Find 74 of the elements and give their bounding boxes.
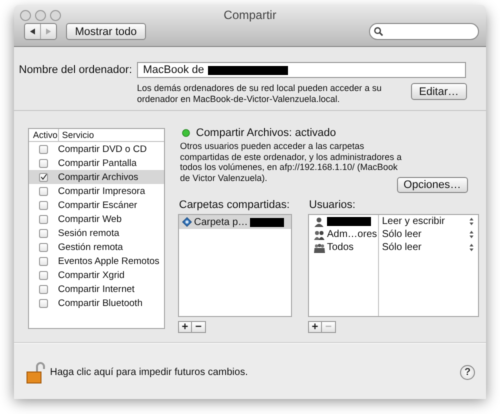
open-padlock-icon[interactable] xyxy=(26,362,46,384)
search-field[interactable] xyxy=(369,23,479,40)
user-name[interactable]: Todos xyxy=(327,242,354,253)
computer-name-field[interactable]: MacBook de xyxy=(137,62,466,78)
people-icon xyxy=(314,242,325,252)
show-all-button[interactable]: Mostrar todo xyxy=(66,23,146,40)
search-icon xyxy=(374,27,383,36)
service-row[interactable]: Compartir Xgrid xyxy=(29,268,164,282)
add-button[interactable]: + xyxy=(178,321,192,333)
service-row[interactable]: Compartir Archivos xyxy=(29,170,164,184)
service-name: Gestión remota xyxy=(58,242,123,252)
service-row[interactable]: Compartir Escáner xyxy=(29,198,164,212)
service-name: Eventos Apple Remotos xyxy=(58,256,160,266)
close-button-icon xyxy=(20,10,31,21)
checkbox[interactable] xyxy=(39,242,48,252)
column-header[interactable]: Servicio xyxy=(59,129,94,141)
checkbox[interactable] xyxy=(39,144,48,154)
group-icon xyxy=(314,230,325,240)
service-row[interactable]: Compartir Impresora xyxy=(29,184,164,198)
minimize-button-icon xyxy=(35,10,46,21)
checkbox[interactable] xyxy=(39,186,48,196)
description-text: Los demás ordenadores de su red local pueden acceder a su ordenador en MacBook-de-Victor-Valenzuela.local. xyxy=(137,83,383,105)
service-name: Compartir DVD o CD xyxy=(58,144,147,154)
service-row[interactable]: Sesión remota xyxy=(29,226,164,240)
field-label: Nombre del ordenador: xyxy=(18,64,132,76)
checkbox[interactable] xyxy=(39,214,48,224)
status-text: Compartir Archivos: activado xyxy=(196,127,336,139)
section-label: Carpetas compartidas: xyxy=(179,199,291,212)
folder-icon xyxy=(182,217,192,227)
help-button[interactable]: ? xyxy=(460,365,475,380)
service-name: Compartir Escáner xyxy=(58,200,138,210)
zoom-button-icon xyxy=(50,10,61,21)
service-name: Compartir Impresora xyxy=(58,186,146,196)
edit-button[interactable]: Editar… xyxy=(411,83,467,100)
service-row[interactable]: Compartir Bluetooth xyxy=(29,296,164,310)
service-name: Compartir Archivos xyxy=(58,172,138,182)
section-label: Usuarios: xyxy=(309,199,356,212)
user-name[interactable]: Adm…ores xyxy=(327,229,378,240)
options-button[interactable]: Opciones… xyxy=(396,177,468,193)
service-name: Compartir Internet xyxy=(58,284,135,294)
service-name: Compartir Bluetooth xyxy=(58,298,142,308)
column-header[interactable]: Activo xyxy=(29,129,59,141)
add-button[interactable]: + xyxy=(308,321,322,333)
checkbox[interactable] xyxy=(39,200,48,210)
check-icon xyxy=(40,173,47,181)
lock-text[interactable]: Haga clic aquí para impedir futuros cambios. xyxy=(50,367,248,378)
person-icon xyxy=(314,216,325,226)
right-arrow-icon xyxy=(45,28,52,35)
permission-popup[interactable]: Leer y escribir xyxy=(379,215,478,228)
service-name: Compartir Web xyxy=(58,214,122,224)
checkbox[interactable] xyxy=(39,158,48,168)
left-arrow-icon xyxy=(29,28,36,35)
service-row[interactable]: Compartir Web xyxy=(29,212,164,226)
checkbox[interactable] xyxy=(39,270,48,280)
checkbox[interactable] xyxy=(39,256,48,266)
updown-arrow-icon xyxy=(469,230,474,239)
service-row[interactable]: Compartir DVD o CD xyxy=(29,142,164,156)
service-row[interactable]: Eventos Apple Remotos xyxy=(29,254,164,268)
checkbox[interactable] xyxy=(39,228,48,238)
updown-arrow-icon xyxy=(469,217,474,226)
window-title: Compartir xyxy=(224,7,276,22)
service-row[interactable]: Gestión remota xyxy=(29,240,164,254)
remove-button[interactable]: − xyxy=(192,321,206,333)
checkbox[interactable] xyxy=(39,284,48,294)
permission-popup[interactable]: Sólo leer xyxy=(379,228,478,241)
service-name: Compartir Pantalla xyxy=(58,158,137,168)
service-name: Compartir Xgrid xyxy=(58,270,125,280)
updown-arrow-icon xyxy=(469,243,474,252)
service-row[interactable]: Compartir Internet xyxy=(29,282,164,296)
service-row[interactable]: Compartir Pantalla xyxy=(29,156,164,170)
permission-popup[interactable]: Sólo leer xyxy=(379,241,478,254)
checkbox[interactable] xyxy=(39,172,48,182)
checkbox[interactable] xyxy=(39,298,48,308)
service-name: Sesión remota xyxy=(58,228,120,238)
